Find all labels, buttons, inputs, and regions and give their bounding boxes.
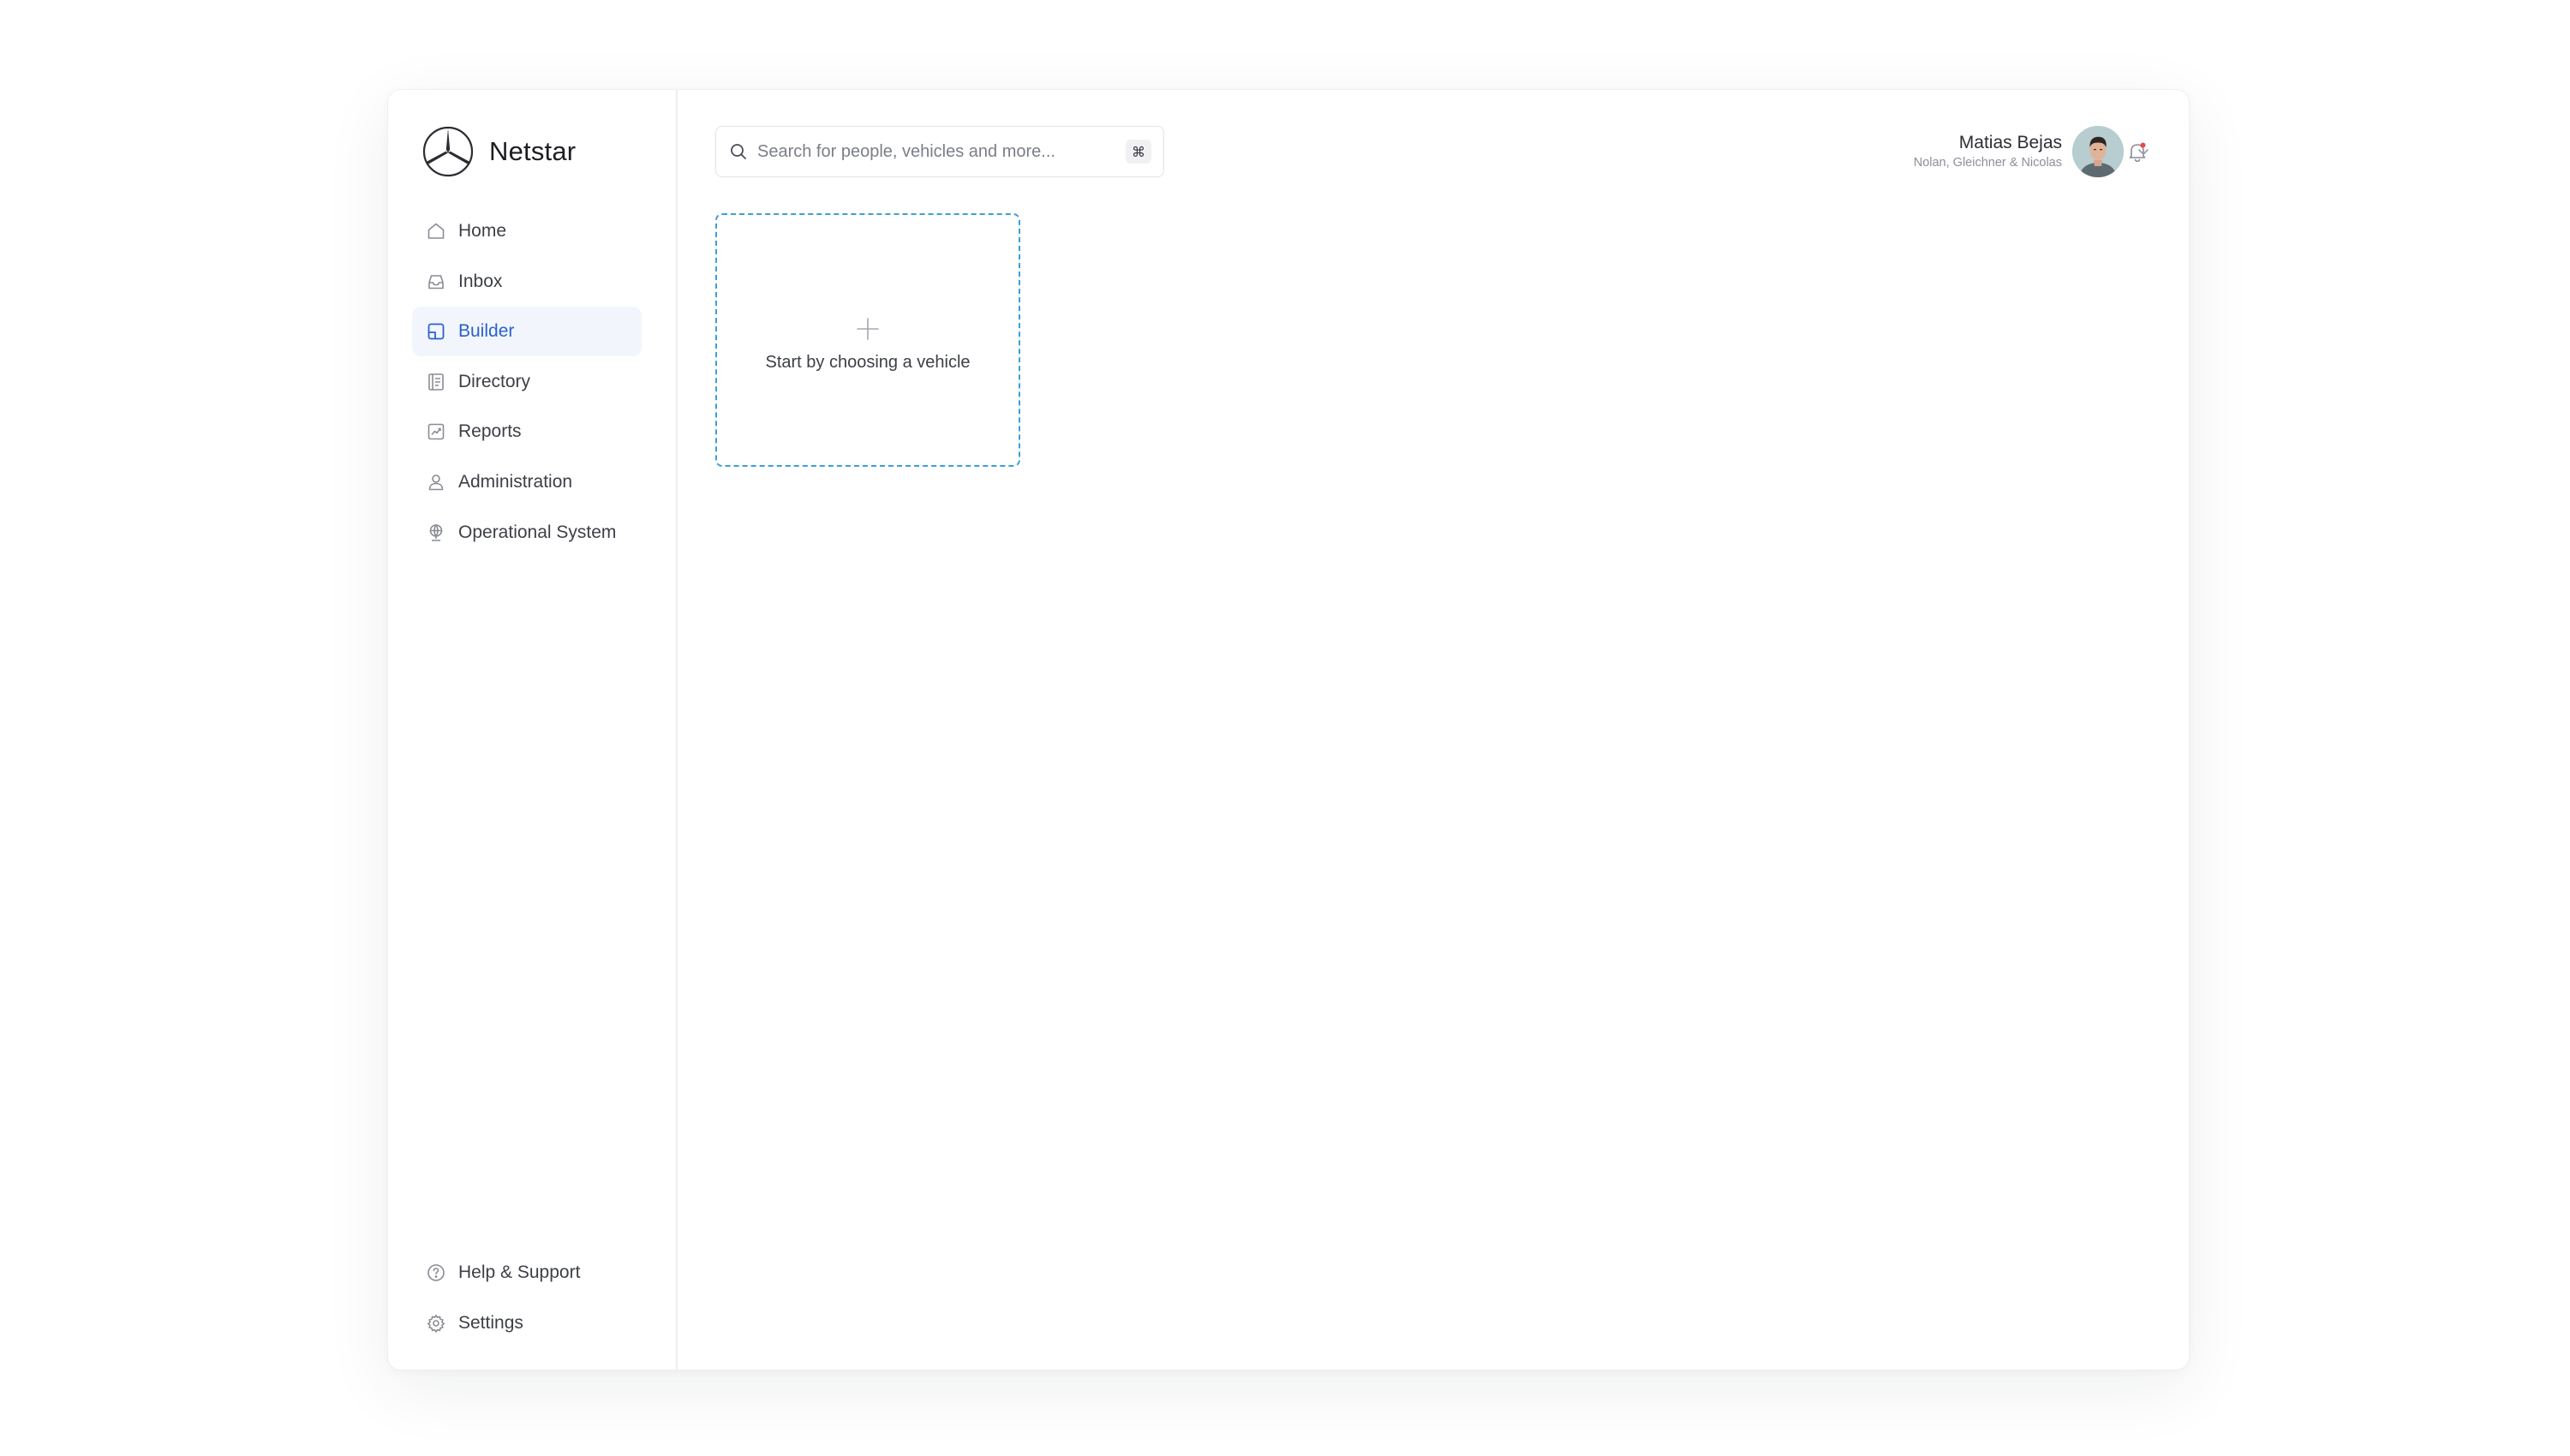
- sidebar-item-label: Settings: [458, 1312, 523, 1333]
- sidebar-nav: Home Inbox Builder Directory Reports Adm…: [412, 206, 642, 558]
- sidebar-item-label: Directory: [458, 371, 531, 391]
- brand-name: Netstar: [489, 136, 577, 166]
- command-shortcut-badge: ⌘: [1126, 140, 1151, 164]
- user-menu[interactable]: Matias Bejas Nolan, Gleichner & Nicolas: [1914, 126, 2153, 177]
- home-icon: [426, 221, 446, 242]
- sidebar-item-label: Home: [458, 221, 507, 241]
- sidebar-item-label: Operational System: [458, 522, 617, 542]
- avatar[interactable]: [2072, 126, 2124, 177]
- user-name: Matias Bejas: [1958, 133, 2062, 152]
- app-window: Netstar Home Inbox Builder Directory Rep…: [387, 89, 2190, 1370]
- sidebar-item-inbox[interactable]: Inbox: [412, 257, 642, 307]
- sidebar-item-help-support[interactable]: Help & Support: [412, 1248, 642, 1298]
- user-info: Matias Bejas Nolan, Gleichner & Nicolas: [1914, 132, 2062, 171]
- sidebar-item-label: Reports: [458, 421, 522, 442]
- reports-icon: [426, 421, 446, 442]
- sidebar-item-settings[interactable]: Settings: [412, 1298, 642, 1348]
- directory-icon: [426, 372, 446, 392]
- sidebar-item-label: Builder: [458, 321, 515, 342]
- choose-vehicle-card[interactable]: Start by choosing a vehicle: [715, 213, 1020, 467]
- brand[interactable]: Netstar: [422, 126, 576, 177]
- sidebar-item-home[interactable]: Home: [412, 206, 642, 256]
- sidebar-item-operational-system[interactable]: Operational System: [412, 508, 642, 558]
- search-icon: [731, 144, 746, 159]
- sidebar: Netstar Home Inbox Builder Directory Rep…: [388, 90, 678, 1369]
- sidebar-item-directory[interactable]: Directory: [412, 357, 642, 407]
- sidebar-bottom-nav: Help & Support Settings: [412, 1248, 642, 1348]
- sidebar-item-label: Inbox: [458, 271, 503, 291]
- sidebar-item-label: Help & Support: [458, 1262, 581, 1282]
- plus-icon: [857, 317, 879, 340]
- chevron-down-icon[interactable]: [2134, 142, 2153, 161]
- choose-vehicle-label: Start by choosing a vehicle: [765, 352, 971, 372]
- gear-icon: [426, 1313, 446, 1334]
- sidebar-item-administration[interactable]: Administration: [412, 457, 642, 507]
- sidebar-item-reports[interactable]: Reports: [412, 407, 642, 456]
- help-icon: [426, 1262, 446, 1283]
- mercedes-star-logo: [422, 126, 474, 177]
- sidebar-item-builder[interactable]: Builder: [412, 307, 642, 357]
- user-icon: [426, 472, 446, 492]
- main-content: ⌘ Matias Bejas Nolan, Gleichner & Nicola…: [678, 90, 2189, 1369]
- user-organization: Nolan, Gleichner & Nicolas: [1913, 156, 2062, 170]
- search-input[interactable]: [757, 141, 1126, 162]
- builder-icon: [426, 321, 446, 342]
- globe-icon: [426, 522, 446, 543]
- sidebar-item-label: Administration: [458, 471, 573, 492]
- inbox-icon: [426, 272, 446, 292]
- search-box[interactable]: ⌘: [715, 126, 1164, 177]
